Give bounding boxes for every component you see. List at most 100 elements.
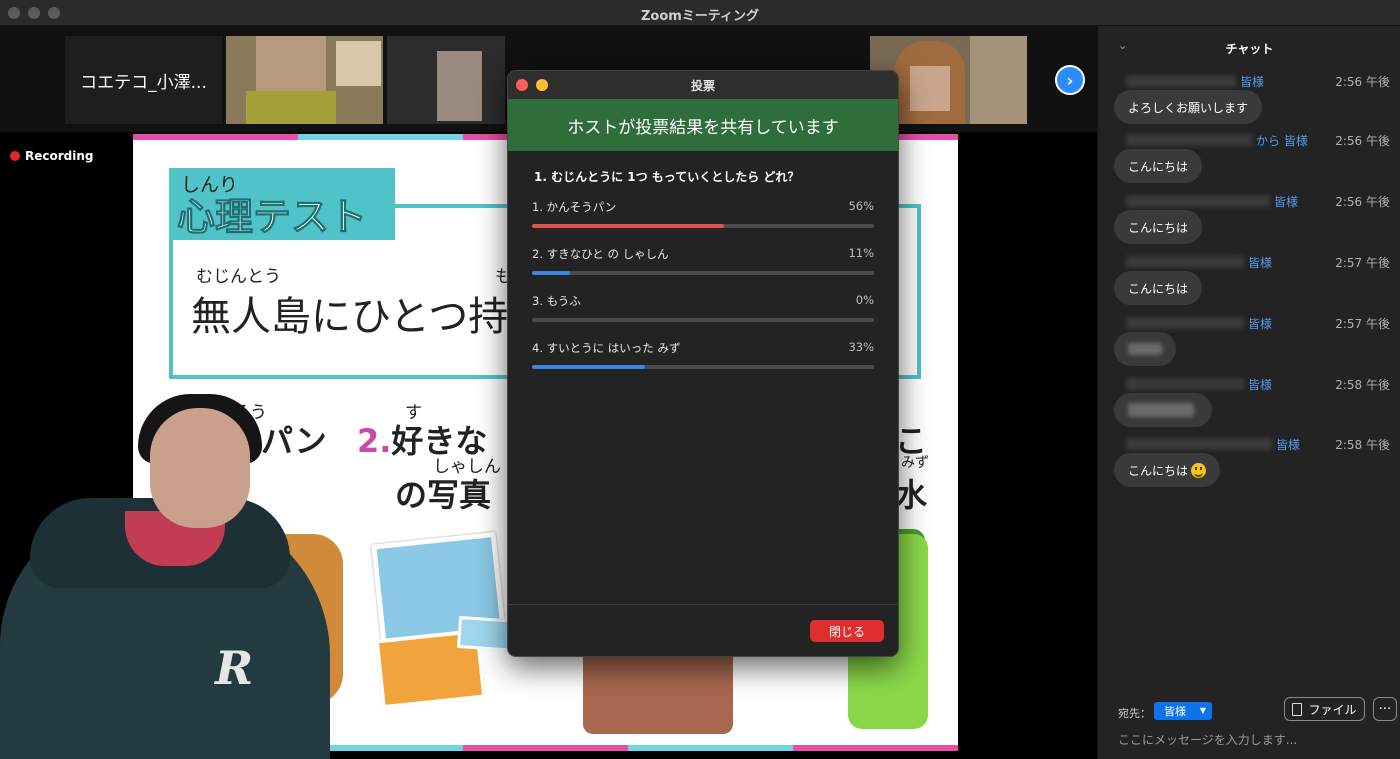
chat-time: 2:58 午後 xyxy=(1335,438,1390,452)
chat-composer: 宛先： 皆様 ▼ ファイル ··· xyxy=(1098,694,1400,759)
chat-title: チャット xyxy=(1225,42,1274,56)
participant-tile-name[interactable]: コエテコ_小澤... xyxy=(65,36,222,124)
chat-message-meta: 皆様 2:56 午後 xyxy=(1126,73,1396,89)
chat-bubble xyxy=(1114,332,1176,366)
poll-option-label: 1. かんそうパン xyxy=(532,200,617,214)
chat-time: 2:56 午後 xyxy=(1335,75,1390,89)
chat-message-meta: 皆様 2:58 午後 xyxy=(1126,436,1396,452)
poll-option: 2. すきなひと の しゃしん 11% xyxy=(532,246,874,275)
chat-bubble: こんにちは xyxy=(1114,210,1203,244)
hoodie-logo: R xyxy=(215,641,254,695)
blurred-sender xyxy=(1126,75,1236,87)
poll-option-percent: 11% xyxy=(848,246,874,260)
poll-banner: ホストが投票結果を共有しています xyxy=(508,99,898,151)
poll-option-percent: 56% xyxy=(848,199,874,213)
poll-results-dialog: 投票 ホストが投票結果を共有しています 1. むじんとうに 1つ もっていくとし… xyxy=(507,70,899,657)
chat-header: ⌄ チャット xyxy=(1098,26,1400,66)
chat-bubble: こんにちは xyxy=(1114,453,1221,487)
chat-recipient: 皆様 xyxy=(1274,195,1299,209)
window-title: Zoomミーティング xyxy=(640,9,760,24)
poll-option-label: 2. すきなひと の しゃしん xyxy=(532,247,669,261)
chat-time: 2:56 午後 xyxy=(1335,195,1390,209)
more-options-button[interactable]: ··· xyxy=(1373,697,1397,721)
smile-emoji-icon xyxy=(1191,462,1207,478)
blurred-sender xyxy=(1126,378,1244,390)
chat-bubble: こんにちは xyxy=(1114,271,1203,305)
pixelated-clothing xyxy=(246,91,336,124)
chat-recipient: から 皆様 xyxy=(1256,134,1308,148)
slide-question: 無人島にひとつ持 xyxy=(191,294,509,340)
poll-option-bar xyxy=(532,318,874,322)
option2-number: 2. xyxy=(357,422,392,460)
chat-message-meta: 皆様 2:57 午後 xyxy=(1126,254,1396,270)
poll-question: 1. むじんとうに 1つ もっていくとしたら どれ？ xyxy=(534,170,800,184)
file-button-label: ファイル xyxy=(1308,702,1357,717)
pixelated-background xyxy=(970,36,1027,124)
poll-option-label: 4. すいとうに はいった みず xyxy=(532,341,681,355)
option4-ruby: みず xyxy=(901,455,929,471)
poll-option: 3. もうふ 0% xyxy=(532,293,874,322)
chevron-right-icon: › xyxy=(1066,70,1074,90)
slide-option-4: 水 xyxy=(895,476,928,514)
slide-option-2b: の写真 xyxy=(395,476,492,514)
chat-bubble-text: こんにちは xyxy=(1128,463,1189,478)
meeting-area: コエテコ_小澤... › Recording しんり 心理テスト むじんとう も xyxy=(0,26,1097,759)
pixelated-face-detail xyxy=(910,66,950,111)
window-titlebar: Zoomミーティング xyxy=(0,0,1400,26)
pixelated-background xyxy=(336,41,381,86)
recipient-value: 皆様 xyxy=(1164,705,1186,718)
file-button[interactable]: ファイル xyxy=(1284,697,1365,721)
chat-bubble xyxy=(1114,393,1212,427)
participant-name: コエテコ_小澤... xyxy=(80,72,207,93)
presenter-face xyxy=(150,408,250,528)
chat-recipient: 皆様 xyxy=(1248,317,1273,331)
participant-video-tile[interactable] xyxy=(387,36,505,124)
chat-bubble: こんにちは xyxy=(1114,149,1203,183)
poll-option-bar xyxy=(532,365,874,369)
chat-recipient: 皆様 xyxy=(1248,256,1273,270)
chat-recipient: 皆様 xyxy=(1248,378,1273,392)
poll-option-bar xyxy=(532,224,874,228)
poll-option-bar-fill xyxy=(532,271,570,275)
poll-titlebar: 投票 xyxy=(508,71,898,99)
poll-footer: 閉じる xyxy=(508,604,898,656)
option2-ruby: す xyxy=(405,403,422,423)
poll-option-bar xyxy=(532,271,874,275)
poll-option-percent: 0% xyxy=(855,293,874,307)
blurred-message xyxy=(1128,403,1194,417)
chat-time: 2:57 午後 xyxy=(1335,317,1390,331)
blurred-message xyxy=(1128,343,1162,355)
dropdown-arrow-icon: ▼ xyxy=(1199,706,1206,715)
chat-message-meta: 皆様 2:56 午後 xyxy=(1126,193,1396,209)
poll-option-percent: 33% xyxy=(848,340,874,354)
poll-option: 4. すいとうに はいった みず 33% xyxy=(532,340,874,369)
chat-time: 2:56 午後 xyxy=(1335,134,1390,148)
chat-panel: ⌄ チャット 皆様 2:56 午後 よろしくお願いします から 皆様 2:56 … xyxy=(1097,26,1400,759)
chat-message-input[interactable] xyxy=(1118,730,1388,750)
poll-window-title: 投票 xyxy=(690,79,715,93)
poll-option: 1. かんそうパン 56% xyxy=(532,199,874,228)
participant-video-tile[interactable] xyxy=(226,36,383,124)
blurred-sender xyxy=(1126,195,1270,207)
presenter-video: R xyxy=(0,386,330,759)
poll-option-label: 3. もうふ xyxy=(532,294,581,308)
poll-option-bar-fill xyxy=(532,365,645,369)
chat-message-meta: から 皆様 2:56 午後 xyxy=(1126,132,1396,148)
chat-message-meta: 皆様 2:57 午後 xyxy=(1126,315,1396,331)
record-icon xyxy=(10,151,20,161)
recording-label: Recording xyxy=(25,149,94,163)
recording-indicator: Recording xyxy=(10,149,94,163)
chat-bubble: よろしくお願いします xyxy=(1114,90,1263,124)
chat-recipient: 皆様 xyxy=(1240,75,1265,89)
next-page-button[interactable]: › xyxy=(1055,65,1085,95)
pixelated-face xyxy=(437,51,482,121)
slide-heading: 心理テスト xyxy=(176,195,368,240)
poll-option-bar-fill xyxy=(532,224,724,228)
recipient-select[interactable]: 皆様 ▼ xyxy=(1154,702,1212,720)
blurred-sender xyxy=(1126,317,1244,329)
chat-time: 2:57 午後 xyxy=(1335,256,1390,270)
blurred-sender xyxy=(1126,256,1244,268)
close-poll-button[interactable]: 閉じる xyxy=(810,620,884,642)
chat-recipient: 皆様 xyxy=(1276,438,1301,452)
chat-message-meta: 皆様 2:58 午後 xyxy=(1126,376,1396,392)
